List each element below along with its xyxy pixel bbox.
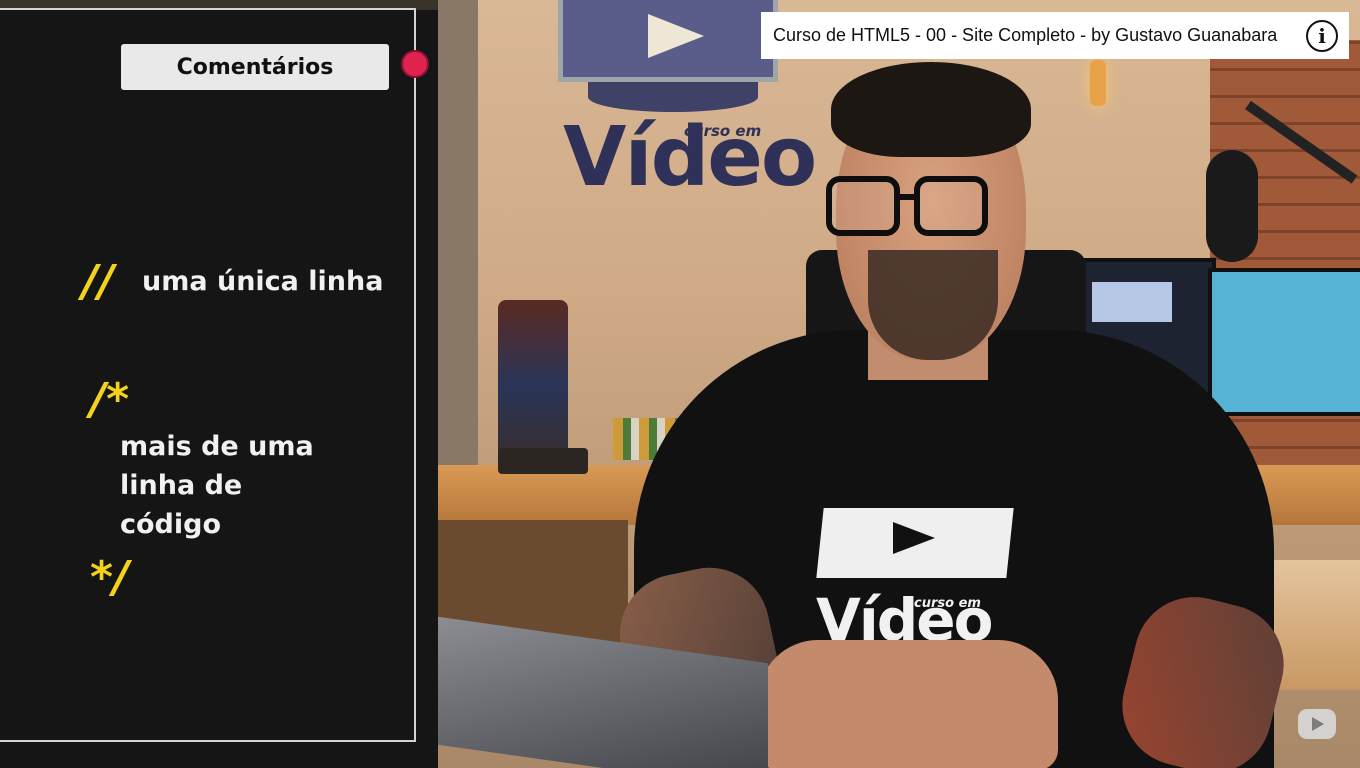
presenter-hands bbox=[758, 640, 1058, 768]
single-line-comment-text: uma única linha bbox=[142, 266, 384, 297]
presenter-beard bbox=[868, 250, 998, 360]
shirt-logo-play-icon bbox=[893, 522, 935, 554]
slide-title: Comentários bbox=[121, 44, 389, 90]
robot-base bbox=[498, 448, 588, 474]
video-frame[interactable]: curso em Vídeo curso em Vídeo bbox=[438, 0, 1360, 768]
glasses-lens-left bbox=[826, 176, 900, 236]
wall-logo-play-icon bbox=[648, 14, 704, 58]
comment-slide-panel: Comentários // uma única linha /* mais d… bbox=[0, 0, 438, 768]
wall-logo-book-icon bbox=[588, 82, 758, 112]
presenter-hair bbox=[831, 62, 1031, 157]
glasses-lens-right bbox=[914, 176, 988, 236]
monitor-right bbox=[1208, 268, 1360, 416]
glasses bbox=[826, 176, 1002, 244]
multi-line-text-2: linha de bbox=[120, 470, 243, 501]
multi-line-close-symbol: */ bbox=[90, 552, 130, 603]
multi-line-text-3: código bbox=[120, 509, 222, 540]
single-line-comment-symbol: // bbox=[82, 256, 115, 307]
multi-line-text-1: mais de uma bbox=[120, 431, 314, 462]
info-icon[interactable]: i bbox=[1306, 20, 1338, 52]
video-title-bar[interactable]: Curso de HTML5 - 00 - Site Completo - by… bbox=[761, 12, 1349, 59]
wall-logo-text: Vídeo bbox=[563, 110, 817, 205]
panel-frame bbox=[0, 8, 416, 742]
robot-figure bbox=[498, 300, 568, 470]
wall-panel bbox=[438, 0, 478, 480]
youtube-logo-icon[interactable] bbox=[1298, 709, 1336, 739]
multi-line-open-symbol: /* bbox=[90, 374, 130, 425]
pendant-lamp bbox=[1090, 60, 1106, 106]
microphone bbox=[1206, 150, 1258, 262]
video-title-text: Curso de HTML5 - 00 - Site Completo - by… bbox=[773, 25, 1278, 45]
record-dot-icon bbox=[403, 52, 427, 76]
